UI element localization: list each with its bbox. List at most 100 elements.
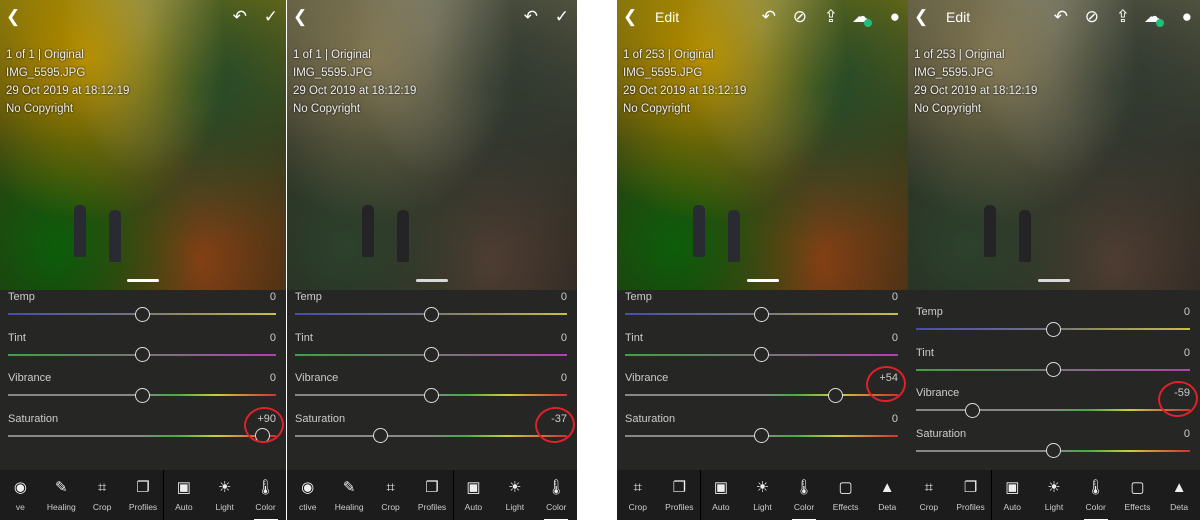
check-icon[interactable]: ✓ (555, 8, 569, 26)
tool-crop[interactable]: ⌗ Crop (908, 478, 951, 512)
help-icon[interactable]: ⊘ (793, 8, 807, 26)
slider-thumb[interactable] (423, 306, 439, 322)
tool-light[interactable]: ☀ Light (493, 478, 537, 512)
tool-effects[interactable]: ▢ Effects (1115, 478, 1159, 512)
undo-icon[interactable]: ↶ (1054, 8, 1068, 26)
slider-tint[interactable] (916, 362, 1190, 377)
slider-temp[interactable] (295, 306, 567, 322)
slider-label-temp: Temp (625, 291, 652, 303)
slider-tint[interactable] (295, 347, 567, 362)
slider-thumb[interactable] (1045, 362, 1061, 377)
tool-color[interactable]: 🌡 Color (1074, 478, 1118, 520)
help-icon[interactable]: ⊘ (1085, 8, 1099, 26)
slider-vibrance[interactable] (625, 387, 898, 403)
cloud-sync-icon[interactable]: ☁ (852, 8, 872, 27)
tool-light[interactable]: ☀ Light (1032, 478, 1076, 512)
tool-label: Effects (832, 502, 859, 512)
more-icon[interactable]: ● (890, 8, 900, 26)
tool-healing[interactable]: ✎ Healing (327, 478, 371, 512)
slider-temp[interactable] (916, 321, 1190, 337)
share-icon[interactable]: ⇪ (1116, 8, 1130, 26)
tool-profiles[interactable]: ❐ Profiles (949, 478, 993, 512)
tool-label: Auto (1003, 502, 1022, 512)
tool-light[interactable]: ☀ Light (203, 478, 247, 512)
tool-auto[interactable]: ▣ Auto (162, 478, 206, 512)
info-date: 29 Oct 2019 at 18:12:19 (914, 85, 1038, 97)
edit-mode-dropdown[interactable]: Edit (946, 9, 970, 25)
back-icon[interactable]: ❮ (914, 8, 928, 26)
info-date: 29 Oct 2019 at 18:12:19 (293, 85, 417, 97)
slider-thumb[interactable] (134, 306, 150, 322)
photo-info: 1 of 253 | Original IMG_5595.JPG 29 Oct 20… (914, 46, 1037, 118)
slider-saturation[interactable] (8, 428, 276, 443)
tool-deta[interactable]: ▲ Deta (865, 478, 908, 512)
tool-label: Profiles (128, 502, 158, 512)
back-icon[interactable]: ❮ (623, 8, 637, 26)
slider-temp[interactable] (8, 306, 276, 322)
effects-icon: ▢ (838, 479, 853, 496)
slider-vibrance[interactable] (295, 387, 567, 403)
check-icon[interactable]: ✓ (264, 8, 278, 26)
tool-color[interactable]: 🌡 Color (782, 478, 826, 520)
slider-thumb[interactable] (754, 428, 769, 443)
undo-icon[interactable]: ↶ (233, 8, 247, 26)
tool-profiles[interactable]: ❐ Profiles (410, 478, 454, 512)
tool-profiles[interactable]: ❐ Profiles (121, 478, 165, 512)
slider-saturation[interactable] (295, 428, 567, 443)
effects-icon: ▢ (1130, 479, 1145, 496)
info-count: 1 of 1 | Original (6, 49, 84, 61)
edit-mode-dropdown[interactable]: Edit (655, 9, 679, 25)
undo-icon[interactable]: ↶ (762, 8, 776, 26)
back-icon[interactable]: ❮ (293, 8, 307, 26)
back-icon[interactable]: ❮ (6, 8, 20, 26)
tool-deta[interactable]: ▲ Deta (1157, 478, 1200, 512)
profiles-icon: ❐ (425, 479, 439, 496)
photo-preview[interactable] (908, 0, 1200, 290)
slider-thumb[interactable] (964, 402, 980, 418)
slider-thumb[interactable] (134, 387, 150, 403)
tool-effects[interactable]: ▢ Effects (824, 478, 868, 512)
tool-auto[interactable]: ▣ Auto (451, 478, 495, 512)
slider-thumb[interactable] (423, 387, 439, 403)
tool-color[interactable]: 🌡 Color (534, 478, 577, 520)
slider-thumb[interactable] (754, 347, 769, 362)
undo-icon[interactable]: ↶ (524, 8, 538, 26)
tool-light[interactable]: ☀ Light (741, 478, 785, 512)
slider-label-temp: Temp (916, 306, 943, 318)
slider-label-tint: Tint (916, 346, 934, 359)
tool-healing[interactable]: ✎ Healing (39, 478, 83, 512)
tool-color[interactable]: 🌡 Color (244, 478, 286, 520)
tool-ve[interactable]: ◉ ve (0, 478, 42, 512)
slider-thumb[interactable] (423, 347, 439, 362)
home-indicator (1038, 279, 1070, 282)
more-icon[interactable]: ● (1182, 8, 1192, 26)
tool-crop[interactable]: ⌗ Crop (369, 478, 413, 512)
photo-preview[interactable] (0, 0, 286, 290)
tool-crop[interactable]: ⌗ Crop (617, 478, 660, 512)
slider-saturation[interactable] (625, 428, 898, 443)
tool-label: Auto (175, 502, 193, 512)
slider-thumb[interactable] (1045, 321, 1061, 337)
photo-preview[interactable] (617, 0, 908, 290)
slider-tint[interactable] (8, 347, 276, 362)
cloud-sync-icon[interactable]: ☁ (1144, 8, 1164, 27)
tool-ctive[interactable]: ◉ ctive (287, 478, 330, 512)
slider-saturation[interactable] (916, 443, 1190, 458)
slider-thumb[interactable] (827, 387, 843, 403)
slider-vibrance[interactable] (8, 387, 276, 403)
slider-thumb[interactable] (754, 306, 769, 322)
slider-value-tint: 0 (1183, 346, 1190, 359)
slider-temp[interactable] (625, 306, 898, 322)
tool-crop[interactable]: ⌗ Crop (80, 478, 124, 512)
slider-label-saturation: Saturation (8, 412, 59, 425)
tool-auto[interactable]: ▣ Auto (699, 478, 743, 512)
slider-thumb[interactable] (1045, 443, 1061, 458)
tool-profiles[interactable]: ❐ Profiles (657, 478, 701, 512)
tool-auto[interactable]: ▣ Auto (990, 478, 1034, 512)
photo-preview[interactable] (287, 0, 577, 290)
slider-vibrance[interactable] (916, 402, 1190, 418)
share-icon[interactable]: ⇪ (824, 8, 838, 26)
auto-icon: ▣ (1005, 479, 1020, 496)
slider-thumb[interactable] (134, 347, 150, 362)
slider-tint[interactable] (625, 347, 898, 362)
